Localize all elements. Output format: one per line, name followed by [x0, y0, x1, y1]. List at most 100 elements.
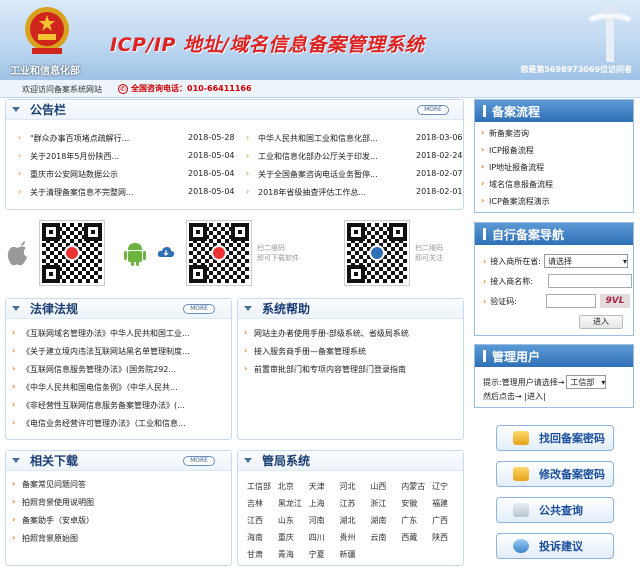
- list-item[interactable]: › 关于全国备案咨询电话业务暂停... 2018-02-07: [246, 169, 466, 181]
- province-link[interactable]: 浙江: [370, 495, 401, 512]
- province-select[interactable]: 请选择 ▾: [544, 254, 628, 268]
- list-item[interactable]: › 中华人民共和国工业和信息化部... 2018-03-06: [246, 133, 466, 145]
- province-link[interactable]: 甘肃: [247, 546, 278, 563]
- province-link[interactable]: 内蒙古: [401, 478, 432, 495]
- province-link[interactable]: 四川: [309, 529, 340, 546]
- province-link[interactable]: 河南: [309, 512, 340, 529]
- modify-password-label: 修改备案密码: [539, 468, 605, 481]
- list-item[interactable]: 新备案咨询: [475, 126, 633, 144]
- announcement-title: 公告栏: [30, 103, 67, 117]
- province-link[interactable]: 湖北: [340, 512, 371, 529]
- visitor-counter: 您是第5698973069位访问者: [520, 65, 632, 74]
- manage-user-select[interactable]: 工信部 ▾: [566, 375, 607, 389]
- modify-password-button[interactable]: 修改备案密码: [496, 461, 614, 487]
- province-link[interactable]: 上海: [309, 495, 340, 512]
- announcement-more-button[interactable]: MORE: [417, 105, 449, 115]
- enter-button[interactable]: 进入: [579, 315, 623, 329]
- list-item[interactable]: 《非经营性互联网信息服务备案管理办法》(...: [12, 400, 198, 418]
- province-link[interactable]: 陕西: [432, 529, 463, 546]
- list-item[interactable]: 拍照背景原始图: [12, 533, 212, 551]
- self-filing-nav-panel: 自行备案导航 接入商所在省: 请选择 ▾ 接入商名称: 验证码: 9VL 进入: [474, 222, 634, 336]
- province-link[interactable]: 安徽: [401, 495, 432, 512]
- province-link[interactable]: 西藏: [401, 529, 432, 546]
- province-link[interactable]: 山东: [278, 512, 309, 529]
- list-item[interactable]: › 关于清理备案信息不完整网... 2018-05-04: [18, 187, 238, 199]
- manage-enter-link[interactable]: 然后点击→ |进入|: [483, 391, 546, 402]
- android-icon[interactable]: [123, 240, 147, 266]
- public-query-button[interactable]: 公共查询: [496, 497, 614, 523]
- cloud-download-icon[interactable]: [157, 246, 175, 258]
- province-link[interactable]: 海南: [247, 529, 278, 546]
- isp-name-input[interactable]: [548, 274, 632, 288]
- sub-bar: 欢迎访问备案系统网站 ✆ 全国咨询电话：010-66411166: [0, 80, 640, 98]
- help-title: 系统帮助: [262, 302, 311, 316]
- list-item[interactable]: 备案助手（安卓版）: [12, 515, 212, 533]
- collapse-icon: [12, 107, 20, 112]
- province-link[interactable]: 工信部: [247, 478, 278, 495]
- apple-icon[interactable]: [6, 240, 28, 266]
- captcha-image[interactable]: 9VL: [600, 294, 630, 308]
- ios-download-qr: [39, 220, 105, 286]
- province-link[interactable]: 江苏: [340, 495, 371, 512]
- captcha-input[interactable]: [546, 294, 596, 308]
- list-item[interactable]: 接入服务商手册—备案管理系统: [244, 346, 456, 364]
- list-item[interactable]: 拍照背景使用说明图: [12, 497, 212, 515]
- follow-qr-hint: 扫二维码 即可关注: [415, 244, 443, 262]
- announcement-header: 公告栏: [6, 100, 463, 120]
- list-item[interactable]: 域名信息报备流程: [475, 177, 633, 195]
- province-link[interactable]: 黑龙江: [278, 495, 309, 512]
- retrieve-password-button[interactable]: 找回备案密码: [496, 425, 614, 451]
- province-link[interactable]: 天津: [309, 478, 340, 495]
- list-item[interactable]: 备案常见问题问答: [12, 479, 212, 497]
- list-item[interactable]: › 2018年省级抽查评估工作总... 2018-02-01: [246, 187, 466, 199]
- list-item[interactable]: IP地址报备流程: [475, 160, 633, 178]
- law-more-button[interactable]: MORE: [183, 304, 215, 314]
- list-item[interactable]: 前置审批部门和专项内容管理部门登录指南: [244, 364, 456, 382]
- province-link[interactable]: 贵州: [340, 529, 371, 546]
- province-link[interactable]: 福建: [432, 495, 463, 512]
- province-link[interactable]: 宁夏: [309, 546, 340, 563]
- manage-user-panel: 管理用户 提示:管理用户请选择→ 工信部 ▾ 然后点击→ |进入|: [474, 344, 634, 408]
- list-item[interactable]: › 工业和信息化部办公厅关于印发... 2018-02-24: [246, 151, 466, 163]
- list-item[interactable]: 网站主办者使用手册-部级系统、省级局系统: [244, 328, 456, 346]
- province-link[interactable]: 吉林: [247, 495, 278, 512]
- system-title: ICP/IP 地址/域名信息备案管理系统: [110, 34, 425, 56]
- province-link[interactable]: 青海: [278, 546, 309, 563]
- manage-hint: 提示:管理用户请选择→: [483, 377, 565, 387]
- list-item[interactable]: 《关于建立境内违法互联网站黑名单管理制度...: [12, 346, 198, 364]
- province-link[interactable]: 云南: [370, 529, 401, 546]
- manage-header: 管理用户: [475, 345, 633, 367]
- province-link[interactable]: 湖南: [370, 512, 401, 529]
- collapse-icon: [244, 458, 252, 463]
- download-more-button[interactable]: MORE: [183, 456, 215, 466]
- province-link[interactable]: 江西: [247, 512, 278, 529]
- province-link[interactable]: 广西: [432, 512, 463, 529]
- list-item[interactable]: ICP备案流程演示: [475, 194, 633, 212]
- list-item[interactable]: 《互联网信息服务管理办法》(国务院292...: [12, 364, 198, 382]
- chat-bubble-icon: [513, 539, 529, 553]
- captcha-label: 验证码:: [483, 296, 517, 307]
- list-item[interactable]: › 重庆市公安网站数据公示 2018-05-04: [18, 169, 238, 181]
- list-item[interactable]: ICP报备流程: [475, 143, 633, 161]
- app-download-qr: [186, 220, 252, 286]
- huabiao-pillar-icon: [588, 6, 632, 62]
- complaint-button[interactable]: 投诉建议: [496, 533, 614, 559]
- list-item[interactable]: 《中华人民共和国电信条例》（中华人民共...: [12, 382, 198, 400]
- flow-panel: 备案流程 新备案咨询 ICP报备流程 IP地址报备流程 域名信息报备流程 ICP…: [474, 99, 634, 213]
- province-link[interactable]: 北京: [278, 478, 309, 495]
- follow-qr: [344, 220, 410, 286]
- ministry-name: 工业和信息化部: [10, 66, 80, 77]
- search-document-icon: [513, 503, 529, 517]
- province-label: 接入商所在省:: [483, 256, 541, 267]
- province-link[interactable]: 重庆: [278, 529, 309, 546]
- list-item[interactable]: 《互联网域名管理办法》中华人民共和国工业...: [12, 328, 198, 346]
- province-link[interactable]: 辽宁: [432, 478, 463, 495]
- list-item[interactable]: › "群众办事百项堵点疏解行... 2018-05-28: [18, 133, 238, 145]
- list-item[interactable]: › 关于2018年5月份陕西... 2018-05-04: [18, 151, 238, 163]
- province-link[interactable]: 河北: [340, 478, 371, 495]
- province-link[interactable]: 广东: [401, 512, 432, 529]
- province-link[interactable]: 山西: [370, 478, 401, 495]
- list-item[interactable]: 《电信业务经营许可管理办法》（工业和信息...: [12, 418, 198, 436]
- province-link[interactable]: 新疆: [340, 546, 371, 563]
- nav-header: 自行备案导航: [475, 223, 633, 245]
